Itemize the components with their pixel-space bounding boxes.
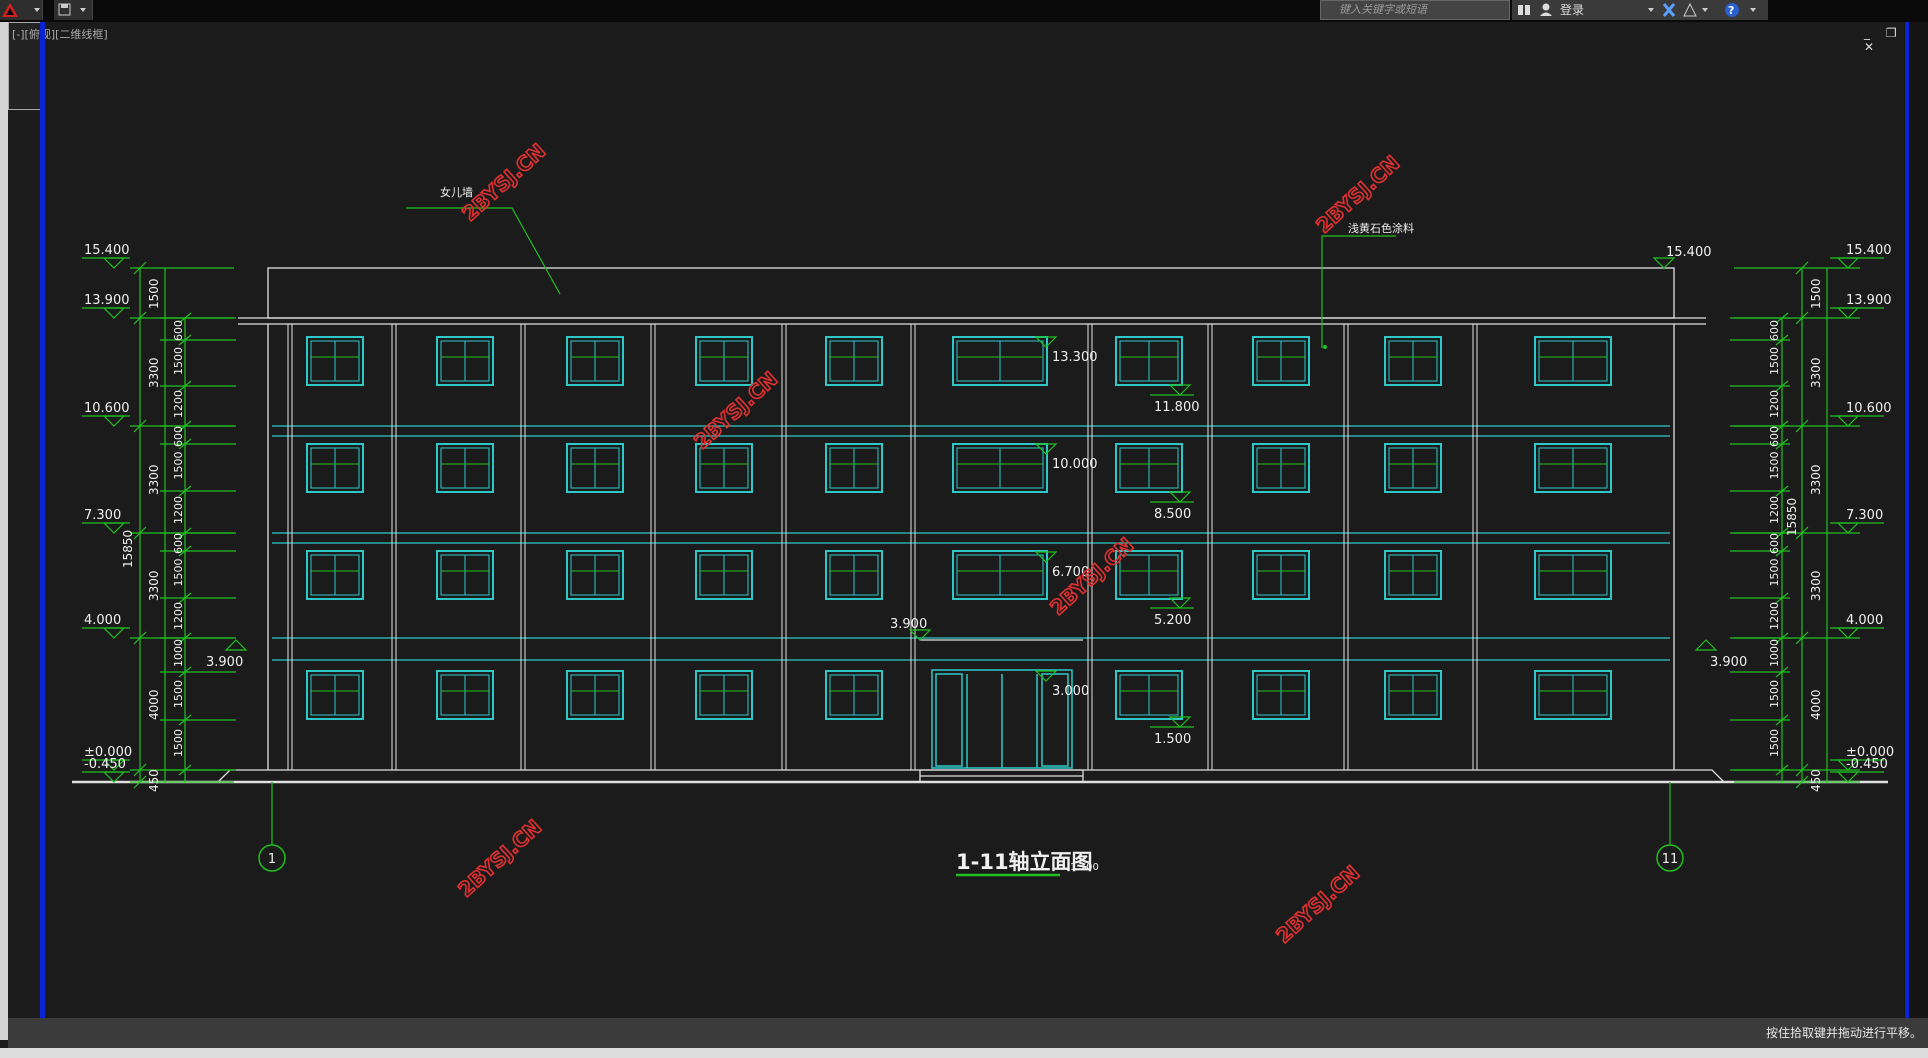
autocad-logo-icon — [2, 3, 40, 17]
account-area[interactable]: ? 登录 — [1512, 0, 1768, 20]
svg-text:?: ? — [1728, 4, 1734, 17]
quick-access-toolbar[interactable] — [54, 0, 93, 20]
viewport-label[interactable]: [-][俯视][二维线框] — [12, 26, 108, 42]
status-bar: 按住拾取键并拖动进行平移。 — [8, 1018, 1928, 1048]
drawing-viewport[interactable] — [8, 22, 1928, 1018]
search-input[interactable]: 键入关键字或短语 — [1320, 0, 1510, 20]
account-toolbar-icons: ? — [1518, 2, 1756, 17]
viewport-left-border — [40, 22, 45, 1018]
bottom-border — [0, 1048, 1928, 1058]
tool-palette-strip[interactable] — [0, 22, 8, 1040]
status-text: 按住拾取键并拖动进行平移。 — [1765, 1026, 1922, 1040]
login-label[interactable]: 登录 — [1560, 0, 1584, 20]
viewport-right-border — [1905, 22, 1909, 1018]
title-bar: 键入关键字或短语 ? 登录 — [0, 0, 1928, 22]
app-menu-button[interactable] — [0, 0, 43, 20]
save-icon — [58, 3, 86, 16]
cad-app: 键入关键字或短语 ? 登录 [-][俯视][二维线框] _ ❐ ✕ 1500 1… — [0, 0, 1928, 1058]
